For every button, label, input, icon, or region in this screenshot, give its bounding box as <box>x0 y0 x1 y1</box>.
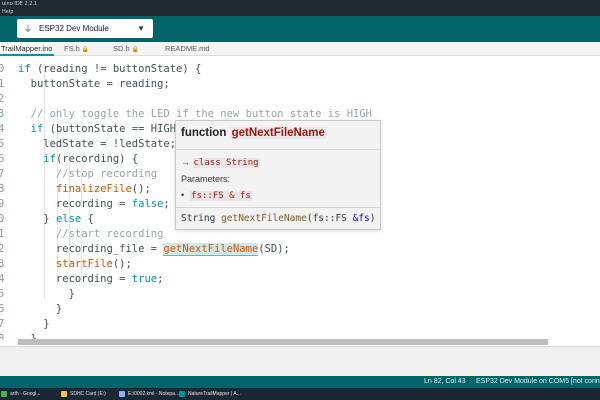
sig-open: (fs::FS <box>306 213 353 224</box>
window-title: uino IDE 2.2.1 <box>2 1 38 7</box>
tooltip-function-name: getNextFileName <box>229 127 327 139</box>
bullet-icon: • <box>181 190 185 200</box>
cursor-position[interactable]: Ln 82, Col 43 <box>424 376 466 388</box>
return-type: class String <box>192 158 260 168</box>
usb-icon: ⏚ <box>23 24 33 34</box>
code-text: } <box>18 303 63 315</box>
line-number: 0 <box>0 63 5 75</box>
line-number: 8 <box>0 183 5 195</box>
sig-arg: &fs <box>352 213 370 224</box>
function-signature: String getNextFileName(fs::FS &fs) <box>181 213 376 224</box>
line-number: 6 <box>0 303 5 315</box>
status-bar: Ln 82, Col 43 ESP32 Dev Module on COM5 [… <box>0 376 600 388</box>
line-number: 4 <box>0 123 5 135</box>
line-number: 6 <box>0 153 5 165</box>
tab-readme[interactable]: README.md <box>165 42 215 56</box>
app-icon <box>1 391 7 397</box>
taskbar-item[interactable]: SDHC Card (E:) <box>60 389 118 399</box>
taskbar-item[interactable]: E:\0002.kml - Notepa... <box>118 389 180 399</box>
tab-label: FS.h <box>64 44 80 53</box>
tab-fs-h[interactable]: FS.h 🔒 <box>64 42 104 56</box>
tab-trailmapper[interactable]: TrailMapper.ino <box>0 42 54 56</box>
file-tabs: TrailMapper.ino FS.h 🔒 SD.h 🔒 README.md <box>0 42 600 56</box>
line-number: 4 <box>0 273 5 285</box>
code-text: } <box>18 318 50 330</box>
line-number: 2 <box>0 243 5 255</box>
horizontal-scrollbar[interactable] <box>18 339 548 345</box>
board-status[interactable]: ESP32 Dev Module on COM5 [not conne <box>476 376 600 388</box>
line-number: 2 <box>0 93 5 105</box>
params-label: Parameters: <box>181 174 231 184</box>
board-selector[interactable]: ⏚ ESP32 Dev Module ▼ <box>17 19 153 38</box>
line-number: 5 <box>0 138 5 150</box>
taskbar-label: NatureTrailMapper | A... <box>188 391 241 397</box>
sig-function: getNextFileName <box>221 213 307 224</box>
tab-label: SD.h <box>113 44 130 53</box>
line-number: 7 <box>0 168 5 180</box>
os-taskbar: arth - Googl... SDHC Card (E:) E:\0002.k… <box>0 388 600 400</box>
tab-label: TrailMapper.ino <box>1 44 53 53</box>
lock-icon: 🔒 <box>131 47 140 53</box>
board-label: ESP32 Dev Module <box>39 24 109 33</box>
lock-icon: 🔒 <box>81 47 90 53</box>
arduino-icon <box>179 391 185 397</box>
line-number: 5 <box>0 288 5 300</box>
tooltip-keyword: function <box>181 127 227 139</box>
line-number: 7 <box>0 318 5 330</box>
param-text: fs::FS & fs <box>190 191 252 201</box>
line-number: 9 <box>0 198 5 210</box>
menu-bar: Help <box>0 8 600 16</box>
taskbar-item[interactable]: arth - Googl... <box>0 389 60 399</box>
sig-return: String <box>181 213 222 224</box>
taskbar-label: E:\0002.kml - Notepa... <box>128 391 180 397</box>
line-number: 8 <box>0 333 5 340</box>
taskbar-label: arth - Googl... <box>10 391 41 397</box>
line-number: 1 <box>0 228 5 240</box>
line-number: 1 <box>0 78 5 90</box>
arrow-right-icon: → <box>181 157 190 167</box>
notepad-icon <box>119 391 125 397</box>
tab-label: README.md <box>165 44 210 53</box>
taskbar-item[interactable]: NatureTrailMapper | A... <box>178 389 246 399</box>
window-title-bar: uino IDE 2.2.1 <box>0 0 600 8</box>
folder-icon <box>61 391 67 397</box>
chevron-down-icon: ▼ <box>137 24 145 33</box>
tab-sd-h[interactable]: SD.h 🔒 <box>113 42 153 56</box>
taskbar-label: SDHC Card (E:) <box>70 391 106 397</box>
line-number: 3 <box>0 258 5 270</box>
code-text: } <box>18 288 75 300</box>
line-number: 3 <box>0 108 5 120</box>
divider <box>176 149 380 150</box>
sig-close: ) <box>369 213 376 224</box>
output-panel <box>0 346 600 376</box>
line-number: 0 <box>0 213 5 225</box>
param-item: • fs::FS & fs <box>181 190 252 201</box>
divider <box>176 207 380 208</box>
tooltip-return: → class String <box>181 157 260 168</box>
hover-tooltip: function getNextFileName → class String … <box>175 120 381 230</box>
menu-help[interactable]: Help <box>2 9 13 15</box>
tooltip-heading: function getNextFileName <box>181 127 327 139</box>
